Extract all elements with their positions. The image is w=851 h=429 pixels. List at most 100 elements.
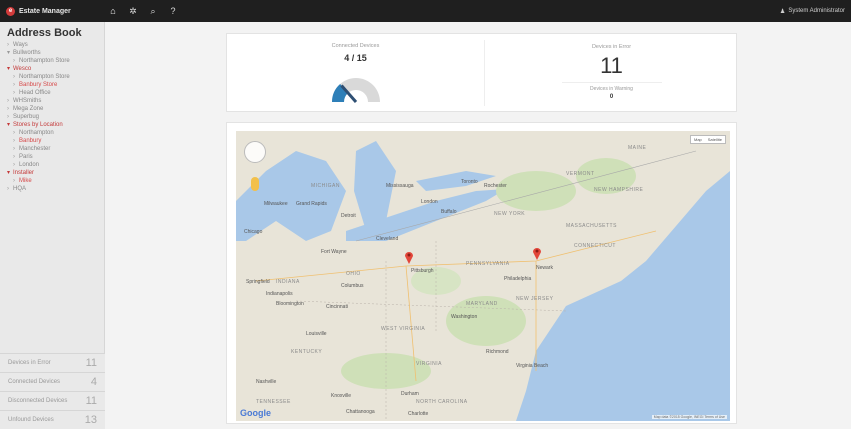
map-label: Knoxville [331, 393, 352, 399]
sidebar-item[interactable]: › Banbury [7, 137, 104, 145]
sidebar-item[interactable]: › Northampton [7, 129, 104, 137]
stat-value: 11 [85, 395, 97, 407]
map-panel: Map Satellite MAINE VERMONT NEW HAMPSHIRE M… [226, 122, 737, 424]
sidebar-item-label: Northampton Store [19, 58, 70, 64]
error-value: 11 [600, 53, 623, 78]
sidebar-item[interactable]: › Superbug [7, 113, 104, 121]
map-label: Cincinnati [326, 304, 348, 310]
map-label: NEW YORK [494, 211, 526, 217]
sidebar-item[interactable]: › Mega Zone [7, 105, 104, 113]
user-menu[interactable]: ♟ System Administrator [780, 0, 845, 22]
sidebar-item[interactable]: › Mike [7, 177, 104, 185]
sidebar-item-label: Mega Zone [13, 106, 44, 112]
map-label: Columbus [341, 283, 364, 289]
map-label: OHIO [346, 271, 361, 277]
sidebar-item-label: Wesco [13, 66, 32, 72]
sidebar-item[interactable]: › HQA [7, 185, 104, 193]
sidebar-item-label: Northampton [19, 130, 54, 136]
map-marker-pittsburgh[interactable] [404, 250, 414, 264]
sidebar-item-label: Northampton Store [19, 74, 70, 80]
stat-disconnected-devices[interactable]: Disconnected Devices 11 [0, 391, 105, 410]
sidebar-item-label: Ways [13, 42, 28, 48]
map-label: Newark [536, 265, 553, 271]
brand[interactable]: e Estate Manager [0, 0, 100, 22]
stat-connected-devices[interactable]: Connected Devices 4 [0, 372, 105, 391]
map-label: KENTUCKY [291, 349, 323, 355]
map-label: Pittsburgh [411, 268, 434, 274]
map-label: Mississauga [386, 183, 414, 189]
map-label: NORTH CAROLINA [416, 399, 468, 405]
sidebar-title: Address Book [7, 27, 82, 39]
sidebar-item[interactable]: › Ways [7, 41, 104, 49]
map-label: Indianapolis [266, 291, 293, 297]
home-icon[interactable]: ⌂ [108, 6, 118, 17]
map-label: Rochester [484, 183, 507, 189]
map-label: Washington [451, 314, 478, 320]
map-marker-newark[interactable] [532, 246, 542, 260]
stat-devices-in-error[interactable]: Devices in Error 11 [0, 353, 105, 372]
map-label: Bloomington [276, 301, 304, 307]
map-label: Cleveland [376, 236, 399, 242]
map-type-satellite[interactable]: Satellite [705, 136, 725, 143]
connected-caption: Connected Devices [331, 43, 380, 49]
sidebar-item[interactable]: ▾ Installer [7, 169, 104, 177]
warning-caption: Devices in Warning [590, 86, 633, 92]
gear-icon[interactable]: ✲ [128, 6, 138, 17]
map-label: Toronto [461, 179, 478, 185]
map-label: Louisville [306, 331, 327, 337]
map-label: Nashville [256, 379, 277, 385]
sidebar-item[interactable]: › Northampton Store [7, 73, 104, 81]
map-type-map[interactable]: Map [691, 136, 705, 143]
toolbar: ⌂ ✲ ⌕ ? [100, 6, 178, 17]
e-logo-icon: e [6, 6, 15, 16]
stat-label: Connected Devices [8, 379, 61, 385]
sidebar-item[interactable]: ▾ Stores by Location [7, 121, 104, 129]
sidebar: Address Book › Ways ▾ Bullworths › Northampto… [0, 22, 105, 429]
stat-label: Disconnected Devices [8, 398, 68, 404]
sidebar-item-label: Installer [13, 170, 35, 176]
sidebar-item[interactable]: › London [7, 161, 104, 169]
map-type-switch: Map Satellite [689, 135, 726, 144]
map-label: Philadelphia [504, 276, 532, 282]
map-label: Milwaukee [264, 201, 288, 207]
map-attribution: Map data ©2015 Google, INEGI Terms of Us… [651, 415, 727, 419]
sidebar-item-label: Paris [19, 154, 33, 160]
map-label: Fort Wayne [321, 249, 347, 255]
terms-link[interactable]: Terms of Use [704, 415, 725, 419]
stat-value: 4 [90, 376, 97, 388]
map-label: MASSACHUSETTS [566, 223, 617, 229]
sidebar-item[interactable]: › Head Office [7, 89, 104, 97]
sidebar-item-label: HQA [13, 186, 27, 192]
map-label: Durham [401, 391, 419, 397]
sidebar-item-label: Manchester [19, 146, 51, 152]
google-logo: Google [240, 408, 271, 418]
map-label: MARYLAND [466, 301, 498, 307]
map[interactable]: Map Satellite MAINE VERMONT NEW HAMPSHIRE M… [236, 131, 730, 421]
help-icon[interactable]: ? [168, 6, 178, 17]
stat-unfound-devices[interactable]: Unfound Devices 13 [0, 410, 105, 429]
sidebar-item[interactable]: › WHSmiths [7, 97, 104, 105]
stat-value: 11 [85, 357, 97, 369]
device-stats: Devices in Error 11 Connected Devices 4 … [0, 353, 105, 429]
sidebar-item[interactable]: › Banbury Store [7, 81, 104, 89]
pan-control[interactable] [244, 141, 266, 163]
map-label: PENNSYLVANIA [466, 261, 510, 267]
search-icon[interactable]: ⌕ [148, 6, 158, 17]
sidebar-item[interactable]: › Manchester [7, 145, 104, 153]
map-terrain [236, 131, 730, 421]
app-title: Estate Manager [19, 7, 71, 15]
sidebar-item[interactable]: ▾ Wesco [7, 65, 104, 73]
street-view-pegman[interactable] [251, 177, 259, 191]
stat-label: Unfound Devices [8, 417, 54, 423]
map-label: VIRGINIA [416, 361, 442, 367]
map-label: Chicago [244, 229, 263, 235]
stat-label: Devices in Error [8, 360, 51, 366]
sidebar-item[interactable]: › Paris [7, 153, 104, 161]
devices-in-error-box: Devices in Error 11 Devices in Warning 0 [485, 34, 738, 113]
map-label: MICHIGAN [311, 183, 340, 189]
sidebar-item-label: Head Office [19, 90, 51, 96]
map-label: Virginia Beach [516, 363, 549, 369]
sidebar-item[interactable]: ▾ Bullworths [7, 49, 104, 57]
summary-panel: Connected Devices 4 / 15 Devices in Erro… [226, 33, 737, 112]
sidebar-item[interactable]: › Northampton Store [7, 57, 104, 65]
